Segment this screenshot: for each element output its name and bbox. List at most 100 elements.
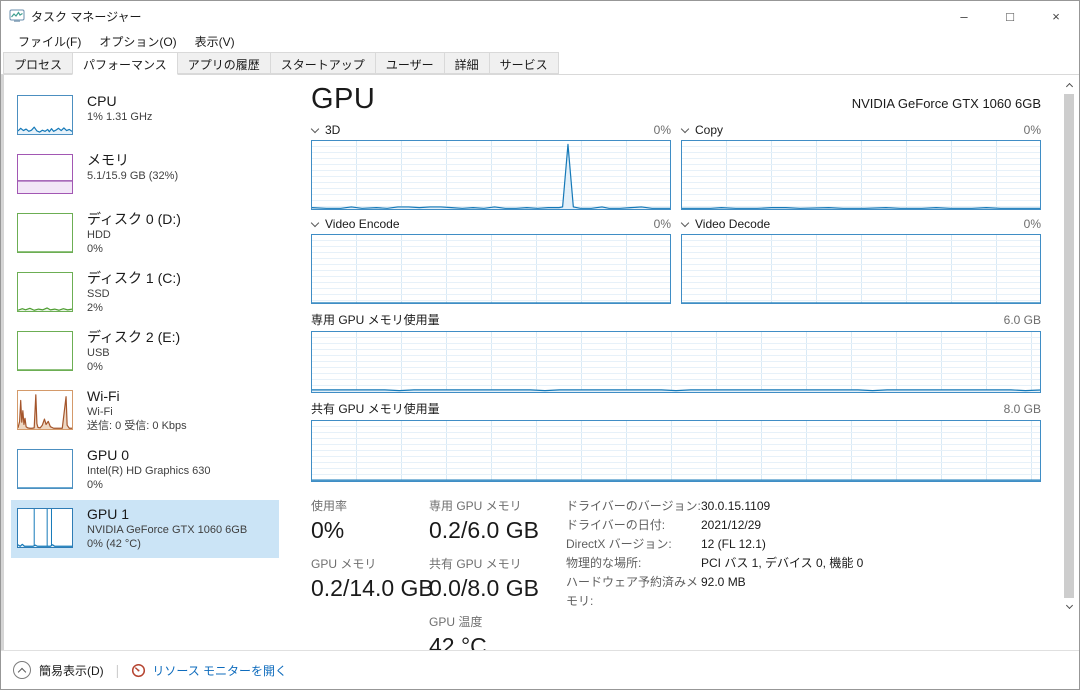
- driver-version-value: 30.0.15.1109: [701, 497, 770, 516]
- stat-label: GPU 温度: [429, 613, 556, 630]
- chart-header-video-encode: Video Encode 0%: [311, 217, 671, 231]
- chart-current-value: 0%: [654, 217, 671, 231]
- sidebar-item-detail: 5.1/15.9 GB (32%): [87, 169, 178, 183]
- fewer-details-button[interactable]: 簡易表示(D): [39, 662, 104, 679]
- gpu1-mini-chart: [17, 508, 73, 548]
- gpu-temperature-value: 42 °C: [429, 633, 556, 650]
- physical-location-value: PCI バス 1, デバイス 0, 機能 0: [701, 554, 863, 573]
- detail-label: 物理的な場所:: [566, 554, 701, 573]
- chevron-down-icon[interactable]: [681, 219, 689, 227]
- wifi-mini-chart: [17, 390, 73, 430]
- detail-label: ドライバーの日付:: [566, 516, 701, 535]
- chart-header-video-decode: Video Decode 0%: [681, 217, 1041, 231]
- detail-label: DirectX バージョン:: [566, 535, 701, 554]
- memory-mini-chart: [17, 154, 73, 194]
- sidebar-item-detail: NVIDIA GeForce GTX 1060 6GB: [87, 523, 247, 537]
- sidebar-item-wifi[interactable]: Wi-Fi Wi-Fi 送信: 0 受信: 0 Kbps: [11, 382, 279, 440]
- sidebar-item-disk0[interactable]: ディスク 0 (D:) HDD 0%: [11, 205, 279, 263]
- sidebar-item-title: メモリ: [87, 152, 178, 169]
- chart-title: Copy: [695, 123, 723, 137]
- gpu-driver-details: ドライバーのバージョン: 30.0.15.1109 ドライバーの日付: 2021…: [566, 497, 863, 650]
- window-controls: – □ ×: [941, 1, 1079, 31]
- stat-label: GPU メモリ: [311, 555, 429, 572]
- disk0-mini-chart: [17, 213, 73, 253]
- chart-title: Video Decode: [695, 217, 770, 231]
- sidebar-item-detail: 1% 1.31 GHz: [87, 110, 152, 124]
- stat-label: 共有 GPU メモリ: [429, 555, 556, 572]
- sidebar-item-detail: 0% (42 °C): [87, 537, 247, 551]
- stat-label: 使用率: [311, 497, 429, 514]
- sidebar-item-detail: 0%: [87, 360, 180, 374]
- sidebar-item-gpu1[interactable]: GPU 1 NVIDIA GeForce GTX 1060 6GB 0% (42…: [11, 500, 279, 558]
- tab-services[interactable]: サービス: [489, 52, 559, 74]
- tab-details[interactable]: 詳細: [444, 52, 490, 74]
- chart-current-value: 0%: [1024, 217, 1041, 231]
- stat-label: 専用 GPU メモリ: [429, 497, 556, 514]
- task-manager-window: タスク マネージャー – □ × ファイル(F) オプション(O) 表示(V) …: [0, 0, 1080, 690]
- sidebar-item-title: ディスク 2 (E:): [87, 329, 180, 346]
- sidebar-item-disk2[interactable]: ディスク 2 (E:) USB 0%: [11, 323, 279, 381]
- chart-header-copy: Copy 0%: [681, 123, 1041, 137]
- chart-max-value: 6.0 GB: [1004, 313, 1041, 327]
- scroll-up-icon[interactable]: [1064, 78, 1074, 92]
- hardware-reserved-memory-value: 92.0 MB: [701, 573, 746, 611]
- sidebar-scrollbar[interactable]: [1, 75, 4, 650]
- sidebar-item-disk1[interactable]: ディスク 1 (C:) SSD 2%: [11, 264, 279, 322]
- chevron-down-icon[interactable]: [311, 125, 319, 133]
- gpu-video-decode-chart[interactable]: [681, 234, 1041, 304]
- chevron-down-icon[interactable]: [681, 125, 689, 133]
- tab-performance[interactable]: パフォーマンス: [72, 52, 178, 75]
- menu-options[interactable]: オプション(O): [90, 31, 185, 52]
- sidebar-item-title: CPU: [87, 93, 152, 110]
- gpu0-mini-chart: [17, 449, 73, 489]
- tab-app-history[interactable]: アプリの履歴: [177, 52, 271, 74]
- gpu-video-encode-chart[interactable]: [311, 234, 671, 304]
- sidebar-item-gpu0[interactable]: GPU 0 Intel(R) HD Graphics 630 0%: [11, 441, 279, 499]
- gpu-detail-panel: GPU NVIDIA GeForce GTX 1060 6GB 3D 0% Co…: [285, 75, 1079, 650]
- sidebar-item-title: GPU 0: [87, 447, 211, 464]
- scrollbar-thumb[interactable]: [1064, 94, 1074, 598]
- chart-current-value: 0%: [654, 123, 671, 137]
- maximize-button[interactable]: □: [987, 1, 1033, 31]
- scroll-down-icon[interactable]: [1064, 600, 1074, 614]
- main-panel-scrollbar[interactable]: [1064, 78, 1074, 650]
- menu-view[interactable]: 表示(V): [186, 31, 244, 52]
- close-button[interactable]: ×: [1033, 1, 1079, 31]
- chart-header-shared-memory: 共有 GPU メモリ使用量 8.0 GB: [311, 400, 1041, 417]
- window-title: タスク マネージャー: [31, 8, 142, 25]
- chart-header-3d: 3D 0%: [311, 123, 671, 137]
- sidebar-item-detail: 送信: 0 受信: 0 Kbps: [87, 419, 187, 433]
- gpu-shared-memory-chart[interactable]: [311, 420, 1041, 482]
- chevron-down-icon[interactable]: [311, 219, 319, 227]
- directx-version-value: 12 (FL 12.1): [701, 535, 766, 554]
- performance-sidebar: CPU 1% 1.31 GHz メモリ 5.1/15.9 GB (32%) ディ…: [1, 75, 285, 650]
- tab-processes[interactable]: プロセス: [3, 52, 73, 74]
- gpu-stats: 使用率 0% GPU メモリ 0.2/14.0 GB 専用 GPU メモリ 0.…: [311, 497, 1041, 650]
- disk1-mini-chart: [17, 272, 73, 312]
- chart-header-dedicated-memory: 専用 GPU メモリ使用量 6.0 GB: [311, 311, 1041, 328]
- detail-label: ドライバーのバージョン:: [566, 497, 701, 516]
- gpu-3d-chart[interactable]: [311, 140, 671, 210]
- sidebar-item-detail: Intel(R) HD Graphics 630: [87, 464, 211, 478]
- tab-startup[interactable]: スタートアップ: [270, 52, 376, 74]
- sidebar-item-title: ディスク 0 (D:): [87, 211, 181, 228]
- separator: |: [116, 662, 120, 678]
- open-resource-monitor-link[interactable]: リソース モニターを開く: [152, 662, 287, 679]
- sidebar-item-title: Wi-Fi: [87, 388, 187, 405]
- menu-bar: ファイル(F) オプション(O) 表示(V): [1, 31, 1079, 52]
- cpu-mini-chart: [17, 95, 73, 135]
- tab-users[interactable]: ユーザー: [375, 52, 445, 74]
- gpu-copy-chart[interactable]: [681, 140, 1041, 210]
- sidebar-item-cpu[interactable]: CPU 1% 1.31 GHz: [11, 87, 279, 145]
- sidebar-item-memory[interactable]: メモリ 5.1/15.9 GB (32%): [11, 146, 279, 204]
- title-bar: タスク マネージャー – □ ×: [1, 1, 1079, 31]
- collapse-circle-icon[interactable]: [13, 661, 31, 679]
- menu-file[interactable]: ファイル(F): [9, 31, 90, 52]
- sidebar-item-detail: Wi-Fi: [87, 405, 187, 419]
- dedicated-memory-value: 0.2/6.0 GB: [429, 517, 556, 544]
- performance-content: CPU 1% 1.31 GHz メモリ 5.1/15.9 GB (32%) ディ…: [1, 75, 1079, 650]
- gpu-dedicated-memory-chart[interactable]: [311, 331, 1041, 393]
- minimize-button[interactable]: –: [941, 1, 987, 31]
- detail-label: ハードウェア予約済みメモリ:: [566, 573, 701, 611]
- sidebar-item-detail: 0%: [87, 478, 211, 492]
